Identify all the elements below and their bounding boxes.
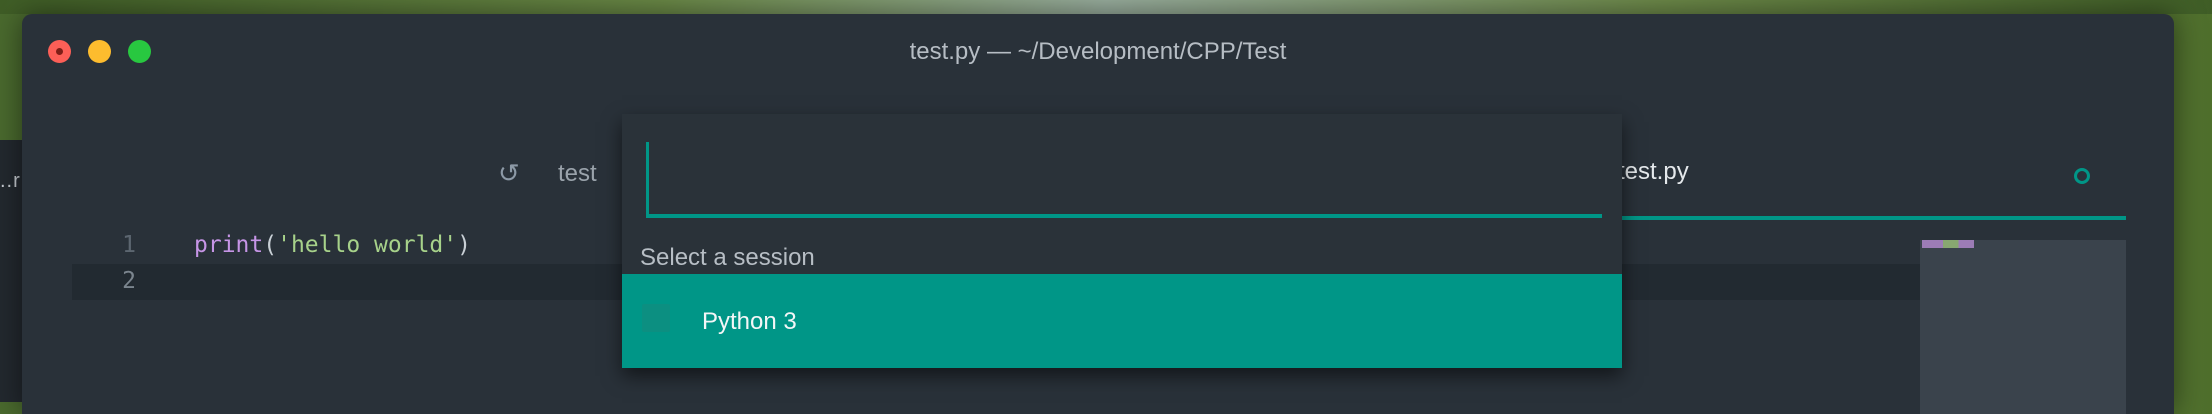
session-item-python-3[interactable]: Python 3	[622, 274, 1622, 368]
session-picker: Select a session Python 3	[622, 114, 1622, 368]
session-search-input[interactable]	[646, 142, 1602, 218]
minimap[interactable]	[1920, 240, 2126, 414]
editor-window: test.py — ~/Development/CPP/Test ↺ test t…	[22, 14, 2174, 414]
minimap-line	[1922, 240, 1974, 248]
title-bar: test.py — ~/Development/CPP/Test	[22, 14, 2174, 94]
code-token: )	[457, 232, 471, 258]
desktop-background	[0, 0, 2212, 14]
kernel-icon	[642, 304, 670, 332]
tab-label: test.py	[1618, 158, 1689, 185]
code-token: (	[263, 232, 278, 258]
code-token: 'hello world'	[277, 232, 458, 258]
tab-test[interactable]: ↺ test	[498, 158, 597, 189]
line-number: 1	[122, 232, 136, 258]
code-text: print('hello world')	[194, 232, 471, 258]
tab-test-py[interactable]: test.py	[1590, 138, 2126, 220]
window-title: test.py — ~/Development/CPP/Test	[909, 38, 1287, 65]
modified-dot-icon[interactable]	[2074, 168, 2090, 184]
section-label: Select a session	[640, 244, 815, 271]
line-number: 2	[122, 268, 136, 294]
background-window-text: ..r	[0, 170, 21, 192]
code-token: print	[194, 232, 264, 258]
git-compare-icon: ↺	[498, 158, 520, 188]
session-item-label: Python 3	[702, 308, 797, 335]
tab-label: test	[558, 159, 597, 187]
